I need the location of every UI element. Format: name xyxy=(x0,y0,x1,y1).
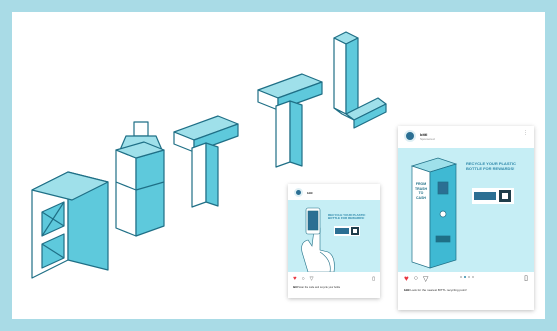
post-handle: bittl xyxy=(307,190,313,195)
avatar xyxy=(294,188,303,197)
social-post-large: bittl Sponsored ⋮ FROM TRASH TO CASH REC… xyxy=(398,126,534,310)
letter-t-first xyxy=(173,115,239,208)
post-caption: bittl Look for the nearest BITTL recycli… xyxy=(404,288,528,292)
post-actions: ♥ ○ ▽ xyxy=(293,276,313,282)
heart-icon[interactable]: ♥ xyxy=(293,276,297,282)
bookmark-icon[interactable]: ▯ xyxy=(524,274,528,282)
comment-icon[interactable]: ○ xyxy=(302,276,305,282)
letter-i-bottle xyxy=(115,121,165,237)
artwork: bittl RECYCLE YOUR PLASTIC BOTTLE FOR RE… xyxy=(12,12,545,319)
social-post-small: bittl RECYCLE YOUR PLASTIC BOTTLE FOR RE… xyxy=(288,184,380,298)
post-image: RECYCLE YOUR PLASTIC BOTTLE FOR REWARDS! xyxy=(288,200,380,272)
post-header: bittl Sponsored xyxy=(404,130,435,142)
caption-text: Scan the code and recycle your bottle xyxy=(298,286,341,289)
letter-l xyxy=(333,31,387,129)
barcode-strip xyxy=(472,188,514,204)
comment-icon[interactable]: ○ xyxy=(414,275,418,282)
post-actions: ♥ ○ ▽ xyxy=(404,274,428,283)
bookmark-icon[interactable]: ▯ xyxy=(372,276,375,282)
post-image: FROM TRASH TO CASH RECYCLE YOUR PLASTIC … xyxy=(398,148,534,272)
post-subtitle: Sponsored xyxy=(420,136,435,141)
carousel-dots xyxy=(460,276,474,278)
caption-text: Look for the nearest BITTL recycling poi… xyxy=(410,288,467,292)
letter-t-second xyxy=(257,73,323,168)
barcode-strip xyxy=(334,226,360,236)
post-header: bittl xyxy=(294,188,313,197)
more-options-icon[interactable]: ⋮ xyxy=(523,130,528,136)
hand-phone-illustration xyxy=(301,207,335,272)
kiosk-slogan: FROM TRASH TO CASH xyxy=(414,182,428,200)
caption-handle: bittl xyxy=(293,286,298,289)
avatar xyxy=(404,130,416,142)
share-icon[interactable]: ▽ xyxy=(423,275,428,283)
post-caption: bittl Scan the code and recycle your bot… xyxy=(293,286,375,289)
caption-handle: bittl xyxy=(404,288,410,292)
post-headline: RECYCLE YOUR PLASTIC BOTTLE FOR REWARDS! xyxy=(466,161,516,171)
letter-b xyxy=(31,171,109,279)
share-icon[interactable]: ▽ xyxy=(310,276,314,282)
heart-icon[interactable]: ♥ xyxy=(404,274,409,283)
post-headline: RECYCLE YOUR PLASTIC BOTTLE FOR REWARDS! xyxy=(328,213,366,221)
